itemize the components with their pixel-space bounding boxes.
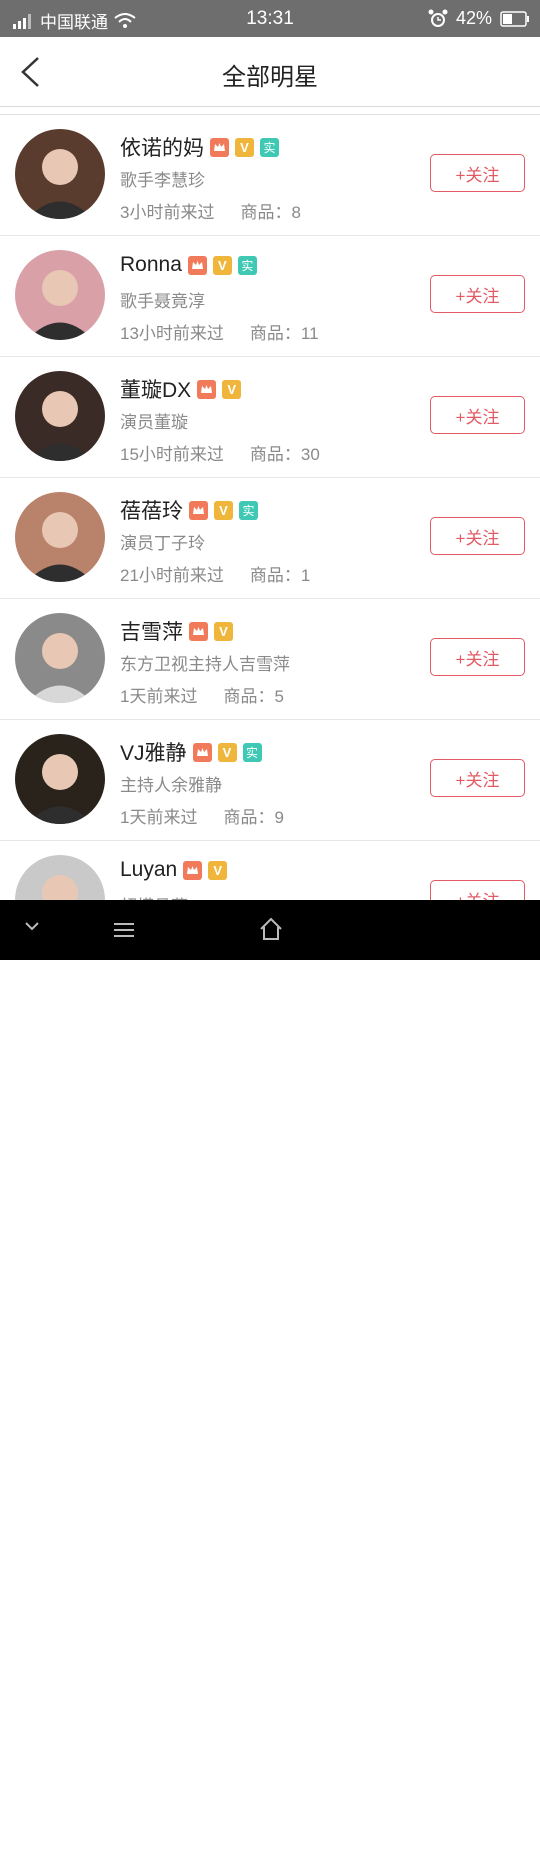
name-line: Luyan V: [120, 858, 228, 882]
real-badge: 实: [260, 137, 279, 157]
crown-icon: [189, 621, 208, 641]
verified-badge: V: [222, 379, 242, 399]
follow-button[interactable]: +关注: [430, 880, 525, 900]
battery-percent: 42%: [455, 8, 492, 28]
name-line: 蓓蓓玲 V 实: [120, 495, 258, 525]
star-meta: 3小时前来过 商品：8: [120, 198, 301, 223]
star-title: 演员董璇: [120, 413, 188, 432]
real-badge: 实: [242, 742, 262, 762]
verified-badge: V: [235, 137, 254, 157]
star-row[interactable]: Ronna V 实歌手聂竟淳 13小时前来过 商品：11 +关注: [0, 236, 540, 357]
star-name: 吉雪萍: [120, 621, 183, 644]
real-badge: 实: [239, 500, 258, 520]
star-title: 超模吕燕: [120, 892, 188, 900]
verified-badge: V: [214, 500, 233, 520]
crown-icon: [210, 137, 229, 157]
star-row[interactable]: 董璇DX V 演员董璇 15小时前来过 商品：30 +关注: [0, 357, 540, 478]
verified-badge: V: [217, 742, 237, 762]
page-title: 全部明星: [222, 64, 318, 91]
last-seen: 1天前来过: [120, 687, 198, 706]
star-row[interactable]: 蓓蓓玲 V 实演员丁子玲 21小时前来过 商品：1 +关注: [0, 478, 540, 599]
follow-button[interactable]: +关注: [430, 396, 525, 434]
star-row[interactable]: VJ雅静 V 实主持人余雅静 1天前来过 商品：9 +关注: [0, 720, 540, 841]
menu-icon[interactable]: [112, 920, 136, 940]
star-name: 蓓蓓玲: [120, 500, 183, 523]
crown-icon: [187, 255, 207, 275]
watermark: 365经典网 www.365J.com: [367, 1802, 532, 1862]
crown-icon: [192, 742, 212, 762]
last-seen: 1天前来过: [120, 808, 198, 827]
follow-button[interactable]: +关注: [430, 638, 525, 676]
avatar[interactable]: [15, 129, 105, 219]
star-title: 演员丁子玲: [120, 534, 205, 553]
star-name: VJ雅静: [120, 742, 187, 765]
avatar[interactable]: [15, 613, 105, 703]
star-meta: 21小时前来过 商品：1: [120, 561, 310, 586]
avatar[interactable]: [15, 371, 105, 461]
alarm-icon: [428, 9, 448, 27]
star-row[interactable]: 吉雪萍 V 东方卫视主持人吉雪萍 1天前来过 商品：5 +关注: [0, 599, 540, 720]
star-name: 依诺的妈: [120, 137, 204, 160]
last-seen: 21小时前来过: [120, 566, 224, 585]
follow-button[interactable]: +关注: [430, 759, 525, 797]
name-line: Ronna V 实: [120, 253, 257, 277]
star-meta: 13小时前来过 商品：11: [120, 319, 319, 344]
star-meta: 1天前来过 商品：9: [120, 803, 284, 828]
last-seen: 3小时前来过: [120, 203, 215, 222]
name-line: 依诺的妈 V 实: [120, 132, 279, 162]
verified-badge: V: [212, 255, 232, 275]
star-name: 董璇DX: [120, 379, 192, 402]
nav-bar: 全部明星: [0, 37, 540, 107]
crown-icon: [183, 860, 203, 880]
name-line: VJ雅静 V 实: [120, 737, 262, 767]
system-nav-bar: 365经典网 www.365J.com: [0, 900, 540, 1862]
goods-count: 商品：30: [249, 445, 320, 464]
name-line: 董璇DX V: [120, 374, 242, 404]
avatar[interactable]: [15, 734, 105, 824]
verified-badge: V: [208, 860, 228, 880]
star-title: 东方卫视主持人吉雪萍: [120, 655, 290, 674]
star-row[interactable]: Luyan V 超模吕燕 +关注: [0, 841, 540, 900]
crown-icon: [197, 379, 217, 399]
follow-button[interactable]: +关注: [430, 275, 525, 313]
goods-count: 商品：5: [223, 687, 284, 706]
goods-count: 商品：11: [249, 324, 319, 343]
avatar[interactable]: [15, 250, 105, 340]
home-icon[interactable]: [258, 916, 284, 942]
goods-count: 商品：8: [240, 203, 301, 222]
status-right: 42%: [428, 8, 530, 29]
star-name: Luyan: [120, 858, 178, 881]
crown-icon: [189, 500, 208, 520]
battery-icon: [500, 10, 529, 27]
goods-count: 商品：1: [249, 566, 311, 585]
real-badge: 实: [237, 255, 257, 275]
star-title: 歌手李慧珍: [120, 171, 205, 190]
chevron-down-icon[interactable]: [24, 920, 40, 932]
star-meta: 1天前来过 商品：5: [120, 682, 284, 707]
status-bar: 中国联通 13:31 42%: [0, 0, 540, 37]
watermark-big: 365经典网: [367, 1811, 532, 1849]
star-row[interactable]: 依诺的妈 V 实歌手李慧珍 3小时前来过 商品：8 +关注: [0, 115, 540, 236]
goods-count: 商品：9: [223, 808, 284, 827]
verified-badge: V: [214, 621, 233, 641]
avatar[interactable]: [15, 855, 105, 900]
name-line: 吉雪萍 V: [120, 616, 233, 646]
star-meta: 15小时前来过 商品：30: [120, 440, 320, 465]
star-title: 歌手聂竟淳: [120, 292, 205, 311]
star-title: 主持人余雅静: [120, 776, 222, 795]
star-name: Ronna: [120, 253, 182, 276]
last-seen: 15小时前来过: [120, 445, 224, 464]
follow-button[interactable]: +关注: [430, 517, 525, 555]
follow-button[interactable]: +关注: [430, 154, 525, 192]
last-seen: 13小时前来过: [120, 324, 224, 343]
avatar[interactable]: [15, 492, 105, 582]
star-list[interactable]: 依诺的妈 V 实歌手李慧珍 3小时前来过 商品：8 +关注 Ronna V 实歌手聂竟淳 13小时…: [0, 114, 540, 900]
